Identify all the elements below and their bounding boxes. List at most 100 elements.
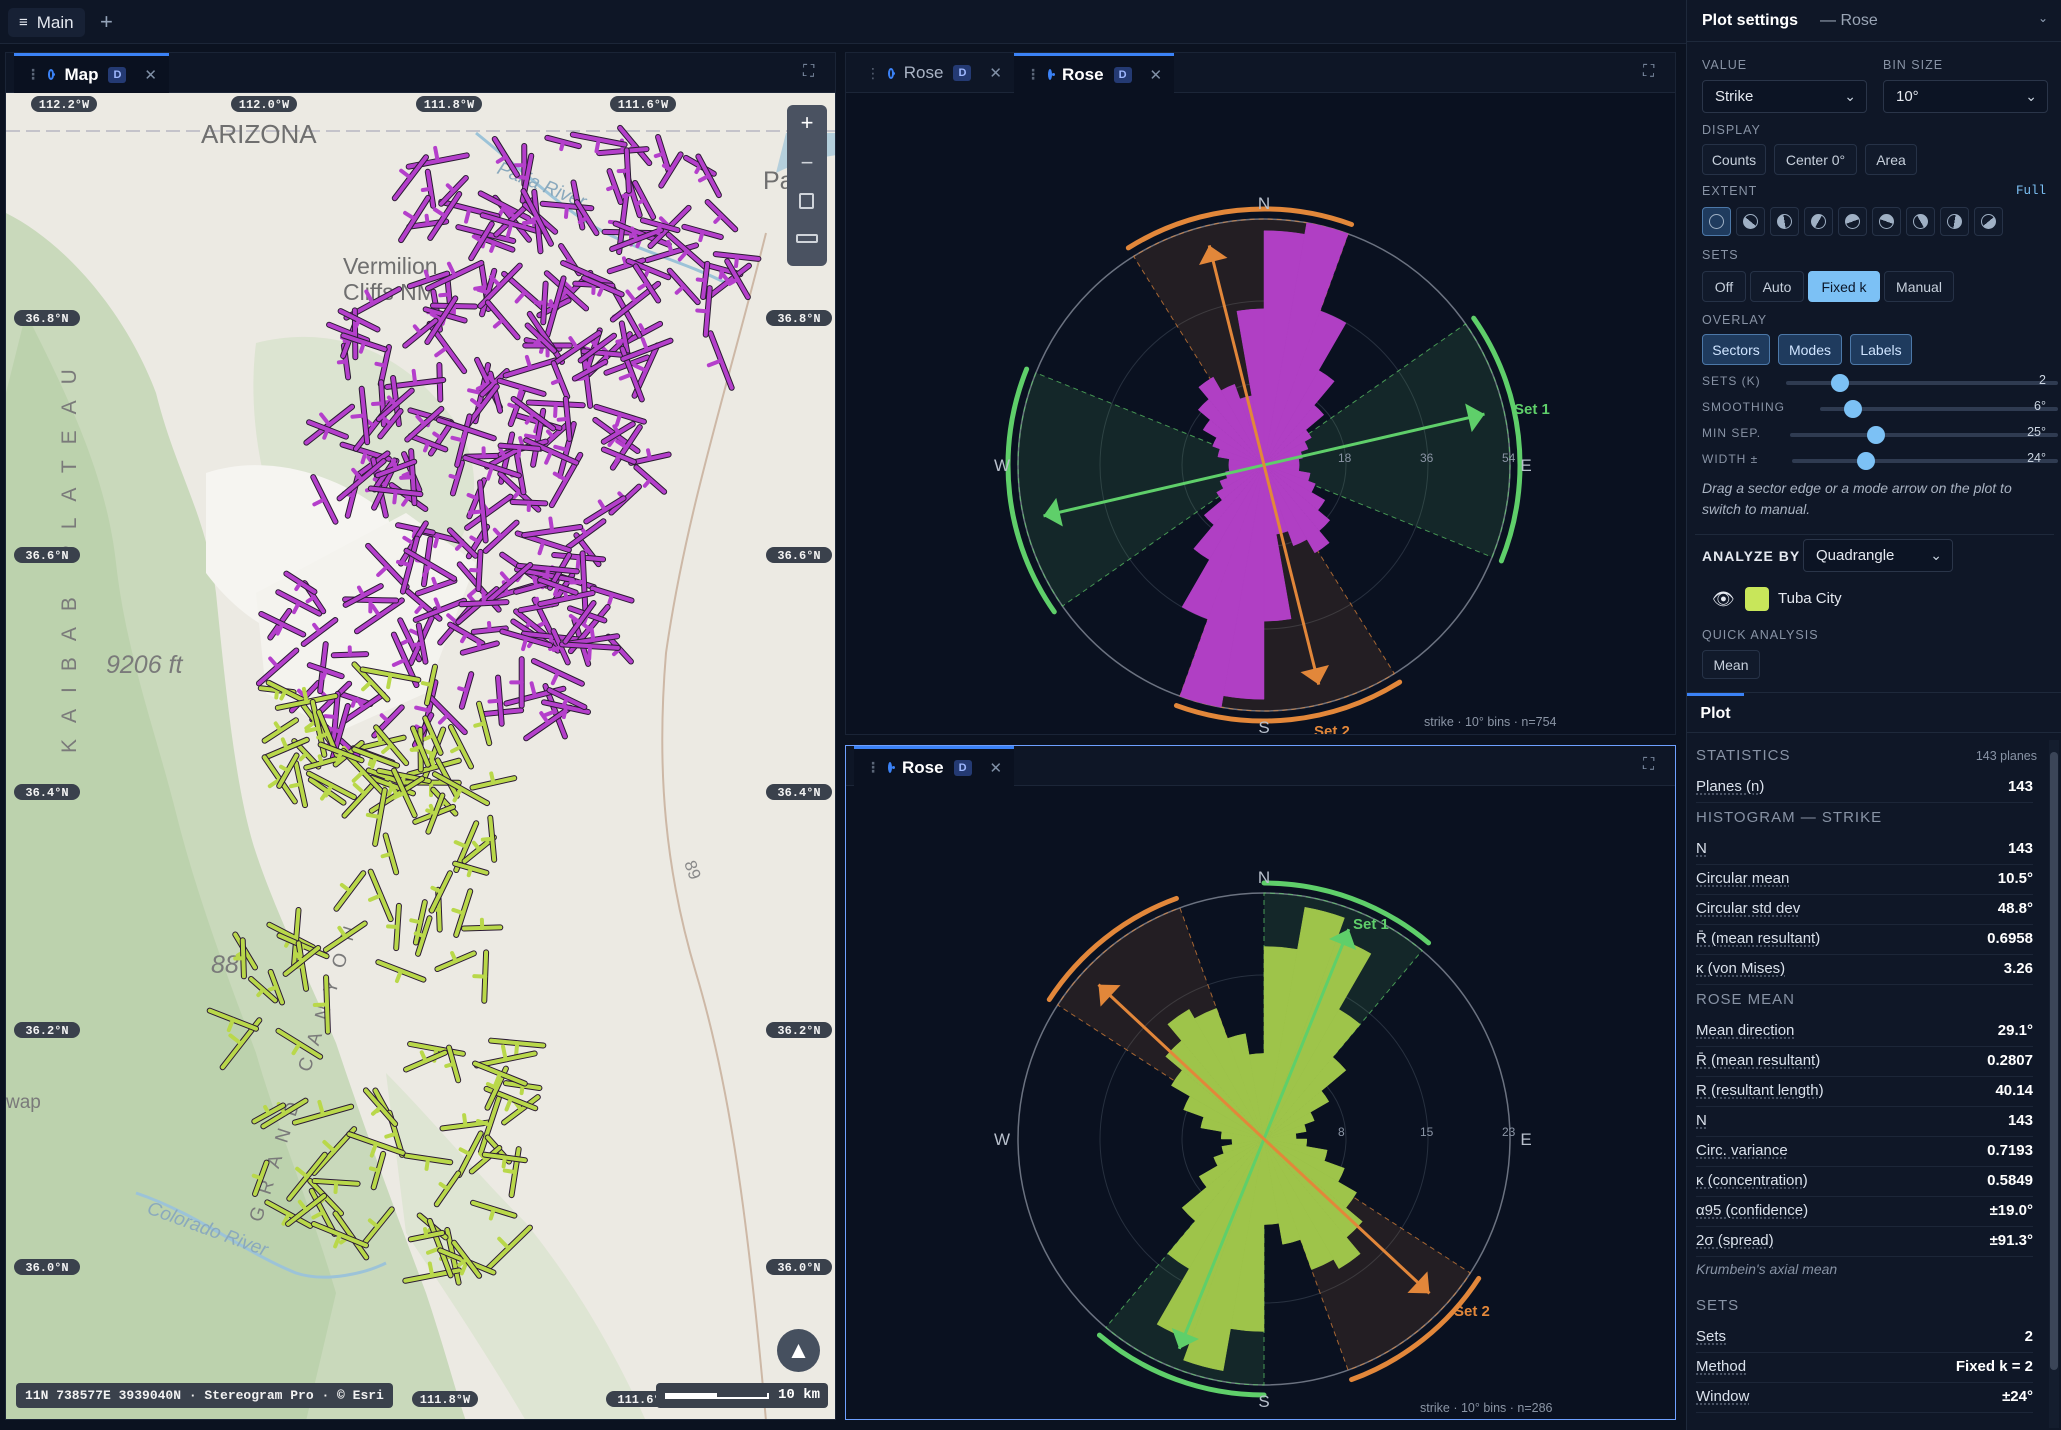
drag-handle-icon[interactable]: ⋮ xyxy=(1026,66,1040,83)
drag-handle-icon[interactable]: ⋮ xyxy=(866,65,880,82)
analyze-by-select[interactable]: Quadrangle ⌄ xyxy=(1803,539,1953,572)
extent-option-4[interactable] xyxy=(1838,207,1867,236)
stat-key: κ (concentration) xyxy=(1696,1172,1808,1189)
compass-n: N xyxy=(1258,194,1270,213)
extent-option-7[interactable] xyxy=(1940,207,1969,236)
quick-mean-button[interactable]: Mean xyxy=(1702,650,1760,679)
select-area-icon[interactable] xyxy=(799,193,814,209)
close-icon[interactable]: ✕ xyxy=(144,66,157,84)
stat-row[interactable]: Circular mean 10.5° xyxy=(1696,865,2033,895)
stat-row[interactable]: R̄ (mean resultant) 0.2807 xyxy=(1696,1047,2033,1077)
analyze-by-label: ANALYZE BY xyxy=(1702,548,1801,564)
statistics-heading: STATISTICS xyxy=(1696,747,1791,764)
rose-diagram-bottom[interactable]: 8 15 23 Set 1 Set 2 N E S W xyxy=(846,786,1676,1420)
extent-option-2[interactable] xyxy=(1770,207,1799,236)
value-select[interactable]: Strike ⌄ xyxy=(1702,80,1867,113)
fullscreen-icon[interactable]: ⛶ xyxy=(1643,756,1661,774)
docked-badge: D xyxy=(1113,66,1132,83)
map-icon xyxy=(48,69,56,80)
layer-color-swatch[interactable] xyxy=(1745,587,1769,611)
tab-plot[interactable]: Plot xyxy=(1687,693,1744,733)
drag-handle-icon[interactable]: ⋮ xyxy=(866,759,880,776)
stat-row[interactable]: κ (concentration) 0.5849 xyxy=(1696,1167,2033,1197)
display-counts-button[interactable]: Counts xyxy=(1702,144,1766,175)
close-icon[interactable]: ✕ xyxy=(989,64,1002,82)
tab-map[interactable]: ⋮ Map D ✕ xyxy=(14,53,169,93)
extent-option-8[interactable] xyxy=(1974,207,2003,236)
workspace-tab-main[interactable]: ≡ Main xyxy=(8,8,85,37)
stat-value: 143 xyxy=(2007,1112,2033,1129)
extent-icon xyxy=(1981,214,1996,229)
slider-handle[interactable] xyxy=(1857,452,1876,470)
fullscreen-icon[interactable]: ⛶ xyxy=(1643,63,1661,81)
bin-size-label: BIN SIZE xyxy=(1883,58,1944,72)
rose-panel-bottom: ⋮ Rose D ✕ ⛶ 8 15 23 Set 1 Set 2 N E S W strike … xyxy=(845,745,1676,1420)
stats-scrollbar[interactable] xyxy=(2049,740,2059,1428)
stat-row[interactable]: Method Fixed k = 2 xyxy=(1696,1353,2033,1383)
close-icon[interactable]: ✕ xyxy=(990,759,1003,777)
map-canvas[interactable]: ARIZONA Vermilion Cliffs NM Paria River … xyxy=(6,93,836,1420)
collapse-icon[interactable]: ⌄ xyxy=(2038,11,2048,25)
slider-track[interactable] xyxy=(1790,426,2058,444)
slider-track[interactable] xyxy=(1792,452,2058,470)
sets-fixed-k-button[interactable]: Fixed k xyxy=(1808,271,1880,302)
close-icon[interactable]: ✕ xyxy=(1150,66,1163,84)
stat-row[interactable]: N 143 xyxy=(1696,1107,2033,1137)
sets-off-button[interactable]: Off xyxy=(1702,271,1746,302)
slider-track[interactable] xyxy=(1786,374,2058,392)
stat-row[interactable]: κ (von Mises) 3.26 xyxy=(1696,955,2033,985)
extent-option-6[interactable] xyxy=(1906,207,1935,236)
add-workspace-button[interactable]: + xyxy=(100,9,113,35)
stat-row[interactable]: α95 (confidence) ±19.0° xyxy=(1696,1197,2033,1227)
stat-key: R̄ (mean resultant) xyxy=(1696,1052,1821,1069)
latitude-label: 36.8°N xyxy=(25,312,68,326)
slider-value: 2 xyxy=(2039,373,2046,387)
slider-handle[interactable] xyxy=(1866,426,1885,444)
overlay-sectors-button[interactable]: Sectors xyxy=(1702,334,1770,365)
stat-row[interactable]: Circular std dev 48.8° xyxy=(1696,895,2033,925)
layer-row[interactable]: 👁 Tuba City xyxy=(1712,587,2032,613)
extent-option-5[interactable] xyxy=(1872,207,1901,236)
zoom-out-button[interactable]: − xyxy=(787,150,827,176)
fullscreen-icon[interactable]: ⛶ xyxy=(803,63,821,81)
stat-row[interactable]: Circ. variance 0.7193 xyxy=(1696,1137,2033,1167)
stat-row[interactable]: 2σ (spread) ±91.3° xyxy=(1696,1227,2033,1257)
extent-option-0[interactable] xyxy=(1702,207,1731,236)
display-center-button[interactable]: Center 0° xyxy=(1774,144,1857,175)
map-label-elevation: 9206 ft xyxy=(106,651,184,679)
planes-count: 143 planes xyxy=(1975,749,2037,763)
stat-row[interactable]: R̄ (mean resultant) 0.6958 xyxy=(1696,925,2033,955)
stat-row[interactable]: R (resultant length) 40.14 xyxy=(1696,1077,2033,1107)
stat-row[interactable]: Window ±24° xyxy=(1696,1383,2033,1413)
stat-row[interactable]: Mean direction 29.1° xyxy=(1696,1017,2033,1047)
stat-row-planes[interactable]: Planes (n) 143 xyxy=(1696,773,2033,803)
sets-manual-button[interactable]: Manual xyxy=(1884,271,1954,302)
rose-diagram-top[interactable]: 18 36 54 Set 1 Set 2 N E S W xyxy=(846,93,1676,735)
stats-scrollbar-thumb[interactable] xyxy=(2050,752,2058,1370)
sets-auto-button[interactable]: Auto xyxy=(1750,271,1804,302)
measure-icon[interactable] xyxy=(796,234,818,243)
extent-option-1[interactable] xyxy=(1736,207,1765,236)
overlay-modes-button[interactable]: Modes xyxy=(1778,334,1842,365)
stat-key: Circ. variance xyxy=(1696,1142,1788,1159)
zoom-in-button[interactable]: + xyxy=(787,110,827,136)
extent-option-3[interactable] xyxy=(1804,207,1833,236)
tab-rose-2[interactable]: ⋮ Rose D ✕ xyxy=(1014,53,1174,93)
menu-icon[interactable]: ≡ xyxy=(19,14,28,31)
eye-icon[interactable]: 👁 xyxy=(1712,589,1735,610)
stat-row[interactable]: Sets 2 xyxy=(1696,1323,2033,1353)
slider-handle[interactable] xyxy=(1844,400,1863,418)
tab-rose-3[interactable]: ⋮ Rose D ✕ xyxy=(854,746,1014,786)
settings-header[interactable]: Plot settings — Rose ⌄ xyxy=(1687,0,2061,42)
tab-rose-1[interactable]: ⋮ Rose D ✕ xyxy=(854,53,1014,93)
map-controls: + − xyxy=(787,105,827,266)
overlay-labels-button[interactable]: Labels xyxy=(1850,334,1912,365)
drag-handle-icon[interactable]: ⋮ xyxy=(26,66,40,83)
display-area-button[interactable]: Area xyxy=(1865,144,1917,175)
bin-size-select[interactable]: 10° ⌄ xyxy=(1883,80,2048,113)
stat-row[interactable]: N 143 xyxy=(1696,835,2033,865)
slider-track[interactable] xyxy=(1820,400,2058,418)
slider-handle[interactable] xyxy=(1831,374,1850,392)
stat-key: Sets xyxy=(1696,1328,1727,1345)
north-arrow-button[interactable]: ▲ xyxy=(777,1329,820,1372)
